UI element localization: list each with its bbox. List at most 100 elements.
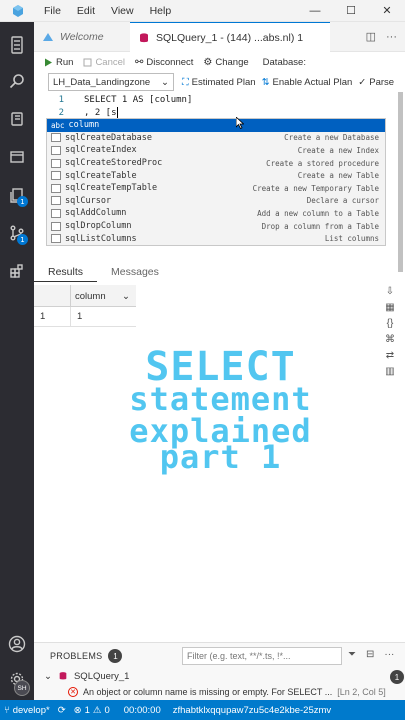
more-actions-icon[interactable]: ··· xyxy=(384,649,394,660)
suggestion-description: Create a stored procedure xyxy=(266,158,379,168)
menu-file[interactable]: File xyxy=(36,0,69,22)
tab-messages[interactable]: Messages xyxy=(97,262,173,282)
cell-value[interactable]: 1 xyxy=(70,306,82,327)
menu-view[interactable]: View xyxy=(103,0,142,22)
source-control-icon[interactable] xyxy=(0,216,34,250)
error-icon: ⊗ xyxy=(73,704,82,716)
database-select[interactable]: LH_Data_Landingzone ⌄ xyxy=(48,73,174,91)
problems-filter-input[interactable]: Filter (e.g. text, **/*.ts, !*... xyxy=(182,647,342,665)
run-button[interactable]: Run xyxy=(44,57,73,68)
save-xml-icon[interactable]: ⌘ xyxy=(380,332,400,346)
collapse-all-icon[interactable]: ⊟ xyxy=(366,649,374,660)
tab-welcome[interactable]: Welcome xyxy=(34,22,130,52)
save-excel-icon[interactable]: ▦ xyxy=(380,300,400,314)
chevron-down-icon[interactable]: ⌄ xyxy=(44,671,52,682)
snippet-icon xyxy=(51,208,61,218)
suggestion-item[interactable]: sqlCreateTable Create a new Table xyxy=(47,169,385,182)
tab-results[interactable]: Results xyxy=(34,262,98,282)
split-editor-icon[interactable]: ◫ xyxy=(366,30,376,43)
editor-scrollbar[interactable] xyxy=(398,92,403,272)
warning-icon: ⚠ xyxy=(92,704,102,716)
menu-edit[interactable]: Edit xyxy=(69,0,103,22)
branch-status[interactable]: ⑂ develop* xyxy=(0,705,54,716)
actual-plan-button[interactable]: ⇅ Enable Actual Plan xyxy=(262,77,353,88)
close-button[interactable]: ✕ xyxy=(369,0,405,22)
account-icon[interactable] xyxy=(0,627,34,661)
estimated-plan-button[interactable]: ⛶ Estimated Plan xyxy=(182,77,256,88)
title-bar: File Edit View Help — ☐ ✕ xyxy=(0,0,405,22)
more-actions-icon[interactable]: ··· xyxy=(386,31,397,43)
problems-tab[interactable]: PROBLEMS xyxy=(34,651,102,661)
suggestion-description: Create a new Database xyxy=(284,133,379,143)
query-toolbar-secondary: LH_Data_Landingzone ⌄ ⛶ Estimated Plan ⇅… xyxy=(34,72,405,92)
database-select-value: LH_Data_Landingzone xyxy=(53,76,151,88)
cancel-button[interactable]: Cancel xyxy=(83,57,125,68)
avatar[interactable]: SH xyxy=(14,680,30,696)
suggestion-item[interactable]: sqlCursor Declare a cursor xyxy=(47,195,385,208)
suggestion-item[interactable]: sqlCreateDatabase Create a new Database xyxy=(47,132,385,145)
row-number: 1 xyxy=(40,311,46,322)
server-name[interactable]: zfhabtklxqqupaw7zu5c4e2kbe-25zmv xyxy=(169,705,335,716)
extensions-icon[interactable] xyxy=(0,254,34,288)
suggestion-item[interactable]: sqlListColumns List columns xyxy=(47,232,385,245)
overlay-title-line: statement xyxy=(129,380,312,418)
suggestion-label: sqlCreateTempTable xyxy=(65,183,158,194)
status-bar: ⑂ develop* ⟳ ⊗ 1 ⚠ 0 00:00:00 zfhabtklxq… xyxy=(0,700,405,720)
suggestion-label: sqlCursor xyxy=(65,195,112,206)
chevron-down-icon[interactable]: ⌄ xyxy=(122,291,136,302)
problem-location: [Ln 2, Col 5] xyxy=(337,687,386,697)
suggestion-item[interactable]: sqlCreateStoredProc Create a stored proce… xyxy=(47,157,385,170)
error-icon: ✕ xyxy=(68,687,78,697)
search-icon[interactable] xyxy=(0,64,34,98)
autocomplete-widget: abc column sqlCreateDatabase Create a new D… xyxy=(46,118,386,246)
database-icon xyxy=(59,672,67,680)
actual-plan-icon: ⇅ xyxy=(261,76,270,88)
save-json-icon[interactable]: {} xyxy=(380,316,400,330)
suggestion-item[interactable]: sqlCreateTempTable Create a new Temporary… xyxy=(47,182,385,195)
suggestion-description: Create a new Temporary Table xyxy=(252,183,379,193)
app-logo-icon xyxy=(0,0,36,22)
actual-plan-label: Enable Actual Plan xyxy=(272,76,353,88)
tab-sqlquery[interactable]: SQLQuery_1 - (144) ...abs.nl) 1 xyxy=(130,22,330,52)
connections-icon[interactable] xyxy=(0,28,34,62)
problems-status[interactable]: ⊗ 1 ⚠ 0 xyxy=(70,705,114,716)
minimize-button[interactable]: — xyxy=(297,0,333,22)
snippet-icon xyxy=(51,133,61,143)
sync-status[interactable]: ⟳ xyxy=(54,705,70,716)
problem-file-name: SQLQuery_1 xyxy=(73,670,130,682)
suggestion-description: Declare a cursor xyxy=(306,196,379,206)
suggestion-item[interactable]: sqlDropColumn Drop a column from a Table xyxy=(47,220,385,233)
suggestion-item[interactable]: sqlCreateIndex Create a new Index xyxy=(47,144,385,157)
suggestion-item[interactable]: abc column xyxy=(47,119,385,132)
table-row[interactable]: 1 1 xyxy=(34,306,136,327)
suggestion-description: List columns xyxy=(324,234,379,244)
menu-help[interactable]: Help xyxy=(142,0,180,22)
notebooks-icon[interactable] xyxy=(0,102,34,136)
snippet-icon xyxy=(51,145,61,155)
suggestion-label: sqlCreateDatabase xyxy=(65,132,152,143)
problem-file-row[interactable]: ⌄ SQLQuery_1 xyxy=(44,669,129,683)
snippet-icon xyxy=(51,183,61,193)
suggestion-label: sqlCreateIndex xyxy=(65,145,137,156)
suggestion-description: Add a new column to a Table xyxy=(257,208,379,218)
parse-button[interactable]: ✓ Parse xyxy=(358,77,394,88)
filter-icon[interactable]: ⏷ xyxy=(348,649,356,660)
problem-message-row[interactable]: ✕ An object or column name is missing or… xyxy=(68,685,386,699)
disconnect-button[interactable]: ⚯ Disconnect xyxy=(135,57,193,68)
suggestion-item[interactable]: sqlAddColumn Add a new column to a Table xyxy=(47,207,385,220)
window-panels-icon[interactable] xyxy=(0,140,34,174)
snippet-icon xyxy=(51,171,61,181)
sync-icon: ⟳ xyxy=(57,704,66,716)
explorer-icon[interactable] xyxy=(0,178,34,212)
snippet-icon xyxy=(51,158,61,168)
change-connection-button[interactable]: ⚙ Change xyxy=(203,57,248,68)
suggestion-label: sqlCreateTable xyxy=(65,170,137,181)
warning-count: 0 xyxy=(104,704,110,716)
column-header[interactable]: column ⌄ xyxy=(70,285,136,307)
parse-label: Parse xyxy=(369,76,395,88)
save-csv-icon[interactable]: ⇩ xyxy=(380,284,400,298)
text-cursor xyxy=(116,107,118,118)
play-icon xyxy=(45,58,52,66)
suggestion-label: sqlDropColumn xyxy=(65,221,132,232)
maximize-button[interactable]: ☐ xyxy=(333,0,369,22)
